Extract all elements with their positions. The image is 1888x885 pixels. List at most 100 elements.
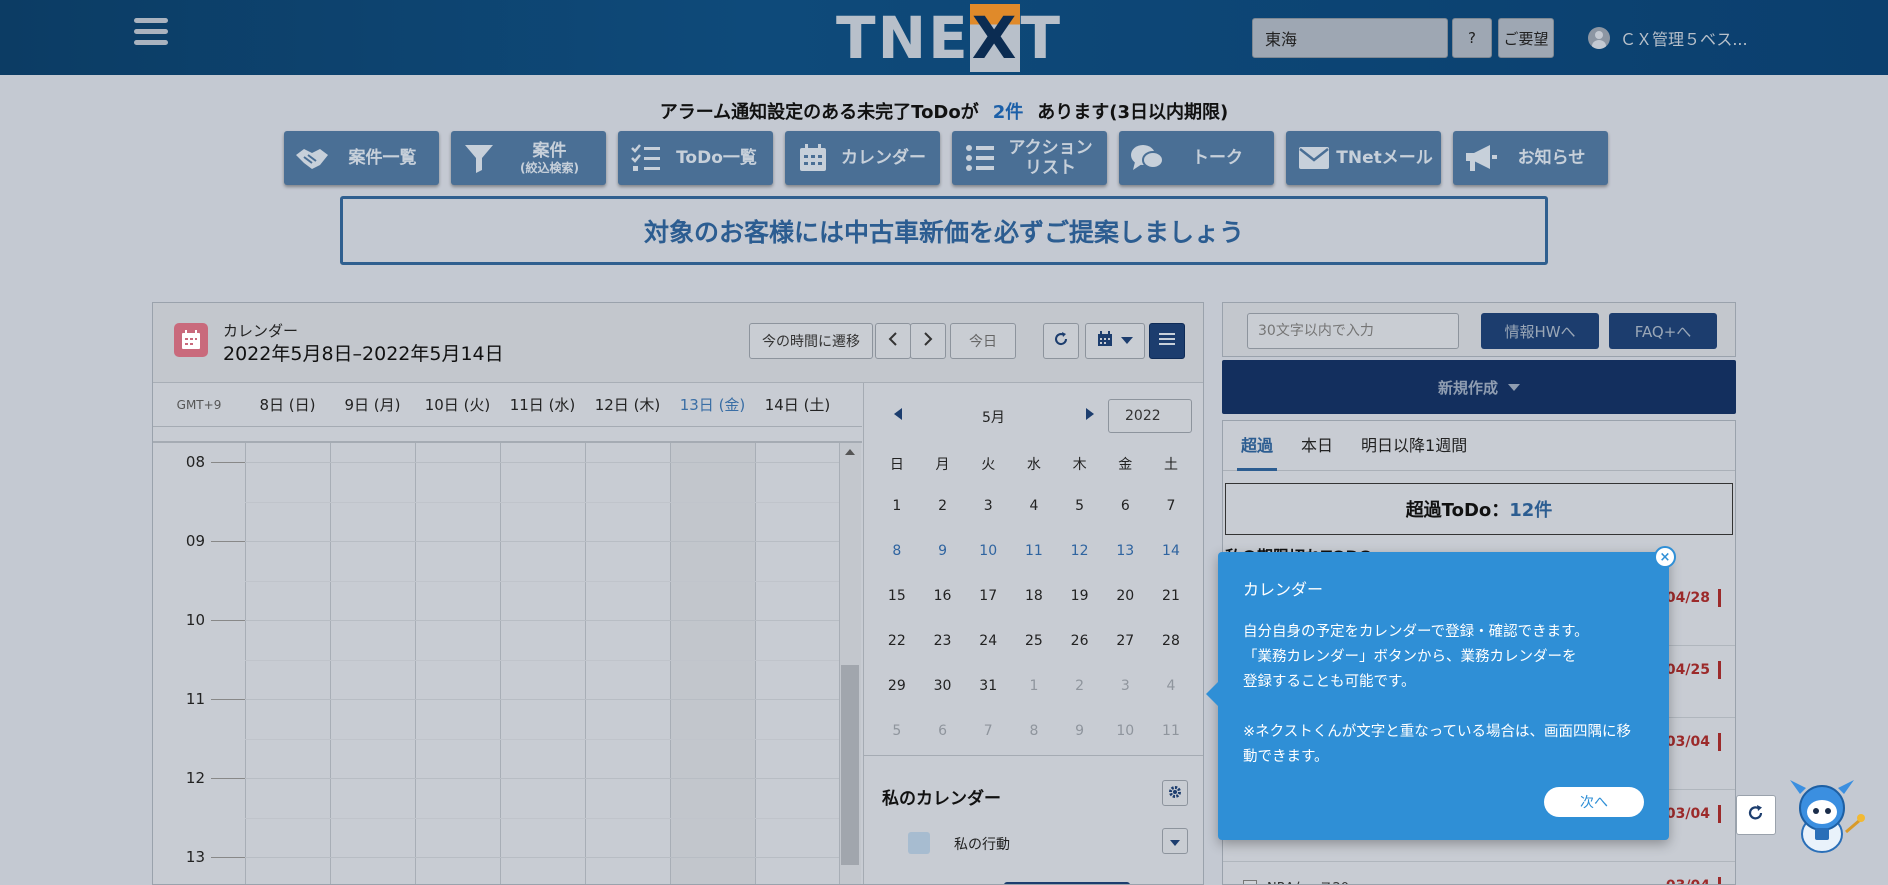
todo-due-date: 03/04 [1666, 805, 1721, 823]
faq-button[interactable]: FAQ+へ [1609, 313, 1717, 349]
mini-day[interactable]: 23 [920, 633, 966, 649]
mini-day[interactable]: 1 [1011, 678, 1057, 694]
next-week-button[interactable] [910, 323, 946, 359]
mini-day[interactable]: 10 [1102, 723, 1148, 739]
mini-day[interactable]: 9 [1057, 723, 1103, 739]
tab-next-week[interactable]: 明日以降1週間 [1361, 421, 1467, 470]
popover-next-button[interactable]: 次へ [1544, 787, 1644, 817]
prev-month-icon[interactable] [894, 405, 902, 424]
mini-day[interactable]: 30 [920, 678, 966, 694]
mini-day[interactable]: 12 [1057, 543, 1103, 559]
mini-day[interactable]: 27 [1102, 633, 1148, 649]
todo-checkbox[interactable] [1243, 879, 1257, 884]
next-kun-mascot-icon[interactable] [1780, 772, 1870, 862]
calendar-view-dropdown[interactable] [1085, 323, 1145, 359]
day-header-today[interactable]: 13日 (金) [670, 383, 755, 426]
day-header[interactable]: 14日 (土) [755, 383, 840, 426]
mini-day[interactable]: 7 [1148, 498, 1194, 514]
day-header[interactable]: 10日 (火) [415, 383, 500, 426]
year-select[interactable]: 2022 [1108, 399, 1192, 433]
mini-day[interactable]: 6 [1102, 498, 1148, 514]
mini-day[interactable]: 3 [1102, 678, 1148, 694]
mini-day[interactable]: 4 [1148, 678, 1194, 694]
nav-tnet-mail-button[interactable]: TNetメール [1286, 131, 1441, 185]
keyword-input[interactable] [1247, 313, 1459, 349]
mini-day[interactable]: 28 [1148, 633, 1194, 649]
mini-day[interactable]: 31 [965, 678, 1011, 694]
mini-day[interactable]: 20 [1102, 588, 1148, 604]
help-button[interactable]: ? [1452, 18, 1492, 58]
my-calendar-item-dropdown[interactable] [1162, 828, 1188, 854]
week-time-grid[interactable]: 08 09 10 11 12 13 [153, 443, 862, 884]
mini-day[interactable]: 8 [1011, 723, 1057, 739]
mini-day[interactable]: 26 [1057, 633, 1103, 649]
day-header[interactable]: 9日 (月) [330, 383, 415, 426]
mini-day[interactable]: 2 [920, 498, 966, 514]
new-create-button[interactable]: 新規作成 [1222, 360, 1736, 414]
mini-month-label: 5月 [982, 410, 1005, 426]
info-hw-button[interactable]: 情報HWへ [1481, 313, 1599, 349]
tab-today[interactable]: 本日 [1301, 421, 1333, 470]
mini-day[interactable]: 18 [1011, 588, 1057, 604]
app-logo[interactable]: TNEXT [836, 4, 1062, 72]
mini-day[interactable]: 21 [1148, 588, 1194, 604]
scroll-up-arrow-icon[interactable] [845, 449, 855, 455]
day-header[interactable]: 11日 (水) [500, 383, 585, 426]
mini-day[interactable]: 11 [1148, 723, 1194, 739]
nav-todo-list-button[interactable]: ToDo一覧 [618, 131, 773, 185]
request-button[interactable]: ご要望 [1498, 18, 1554, 58]
all-day-row[interactable] [153, 427, 862, 443]
jump-to-now-button[interactable]: 今の時間に遷移 [749, 323, 873, 359]
mini-day[interactable]: 25 [1011, 633, 1057, 649]
mini-day[interactable]: 11 [1011, 543, 1057, 559]
nav-talk-button[interactable]: トーク [1119, 131, 1274, 185]
mini-day[interactable]: 10 [965, 543, 1011, 559]
nav-calendar-button[interactable]: カレンダー [785, 131, 940, 185]
mini-day[interactable]: 24 [965, 633, 1011, 649]
scroll-thumb[interactable] [841, 665, 859, 865]
mini-day[interactable]: 8 [874, 543, 920, 559]
mini-day[interactable]: 1 [874, 498, 920, 514]
mini-day[interactable]: 29 [874, 678, 920, 694]
overdue-count[interactable]: 12件 [1509, 496, 1552, 522]
mini-day[interactable]: 17 [965, 588, 1011, 604]
nav-case-list-button[interactable]: 案件一覧 [284, 131, 439, 185]
mini-day[interactable]: 4 [1011, 498, 1057, 514]
grid-scrollbar[interactable] [839, 443, 861, 884]
mini-day[interactable]: 3 [965, 498, 1011, 514]
next-month-icon[interactable] [1086, 405, 1094, 424]
popover-spacer [1243, 695, 1653, 720]
close-icon[interactable]: × [1654, 546, 1676, 568]
mini-day[interactable]: 7 [965, 723, 1011, 739]
mini-day[interactable]: 15 [874, 588, 920, 604]
user-menu[interactable]: ＣＸ管理５ベス... [1588, 26, 1748, 50]
mini-day[interactable]: 5 [1057, 498, 1103, 514]
mini-day[interactable]: 5 [874, 723, 920, 739]
day-header[interactable]: 8日 (日) [245, 383, 330, 426]
todo-item[interactable]: NRAケース20 [1243, 877, 1349, 884]
my-calendar-item[interactable]: 私の行動 [954, 834, 1010, 854]
mini-day[interactable]: 16 [920, 588, 966, 604]
my-calendar-settings-button[interactable] [1162, 780, 1188, 806]
mini-day[interactable]: 13 [1102, 543, 1148, 559]
menu-icon[interactable] [134, 18, 168, 52]
nav-action-list-button[interactable]: アクション リスト [952, 131, 1107, 185]
alarm-count-link[interactable]: 2件 [993, 102, 1024, 123]
tab-overdue[interactable]: 超過 [1236, 421, 1278, 471]
nav-notice-button[interactable]: お知らせ [1453, 131, 1608, 185]
nav-case-filter-button[interactable]: 案件 (絞込検索) [451, 131, 606, 185]
mini-day[interactable]: 22 [874, 633, 920, 649]
refresh-button[interactable] [1043, 323, 1079, 359]
floating-refresh-button[interactable] [1736, 795, 1776, 835]
mini-day[interactable]: 9 [920, 543, 966, 559]
prev-week-button[interactable] [875, 323, 911, 359]
mini-day[interactable]: 6 [920, 723, 966, 739]
list-view-button[interactable] [1149, 323, 1185, 359]
mini-calendar: 5月 2022 日月火水木金土 1 2 3 4 5 6 7 8 9 10 11 12 13 14 15 16 17… [863, 383, 1203, 763]
mini-day[interactable]: 19 [1057, 588, 1103, 604]
today-button[interactable]: 今日 [950, 323, 1016, 359]
search-input[interactable] [1253, 19, 1465, 57]
mini-day[interactable]: 14 [1148, 543, 1194, 559]
mini-day[interactable]: 2 [1057, 678, 1103, 694]
day-header[interactable]: 12日 (木) [585, 383, 670, 426]
